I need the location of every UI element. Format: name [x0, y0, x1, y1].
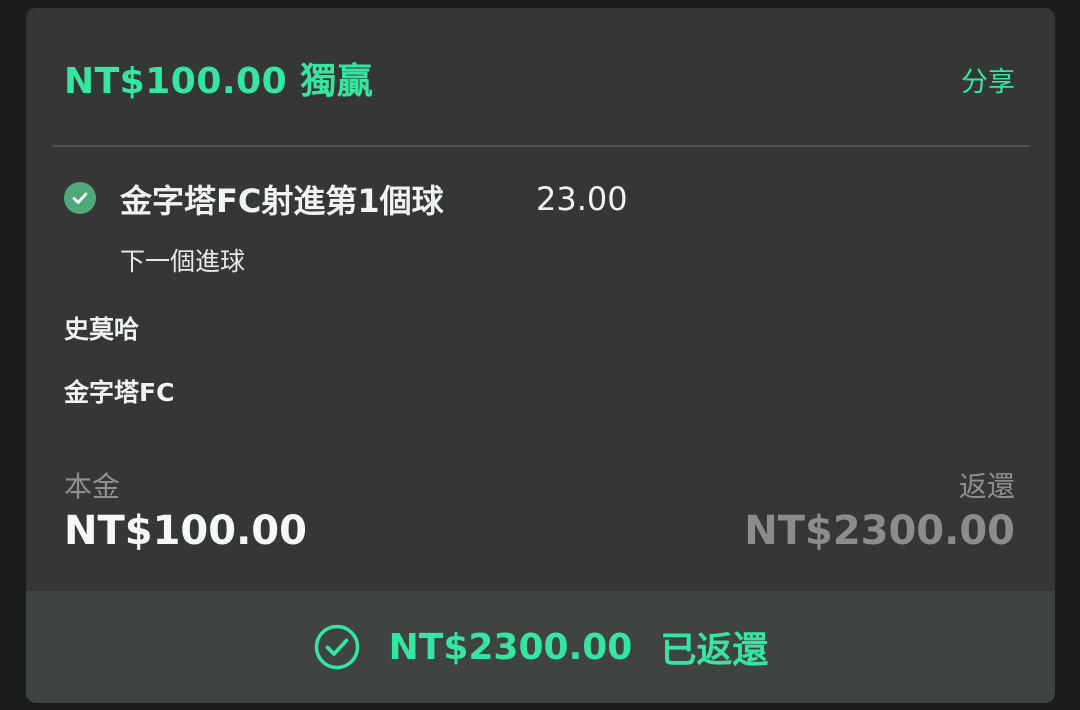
return-value: NT$2300.00: [744, 508, 1015, 554]
selection-market: 下一個進球: [120, 247, 246, 276]
returned-label: 已返還: [660, 630, 769, 671]
home-team: 史莫哈: [64, 315, 140, 344]
away-team: 金字塔FC: [64, 378, 175, 407]
returned-amount: NT$2300.00: [388, 626, 633, 668]
returned-status-bar: NT$2300.00 已返還: [26, 591, 1055, 703]
check-circle-outline-icon: [314, 624, 359, 670]
bet-receipt-card: NT$100.00 獨贏 分享 金字塔FC射進第1個球 23.00 下一個進球 …: [26, 8, 1055, 703]
bet-title: NT$100.00 獨贏: [64, 61, 374, 102]
share-button[interactable]: 分享: [961, 60, 1015, 99]
header-divider: [52, 145, 1029, 147]
return-label: 返還: [958, 470, 1015, 503]
bet-header: NT$100.00 獨贏 分享: [26, 8, 1055, 146]
selection-title: 金字塔FC射進第1個球: [120, 182, 444, 220]
stake-label: 本金: [64, 470, 121, 503]
returned-status: NT$2300.00 已返還: [313, 621, 769, 673]
stake-value: NT$100.00: [64, 508, 307, 554]
selection-odds: 23.00: [536, 180, 628, 218]
check-circle-icon: [64, 182, 96, 214]
